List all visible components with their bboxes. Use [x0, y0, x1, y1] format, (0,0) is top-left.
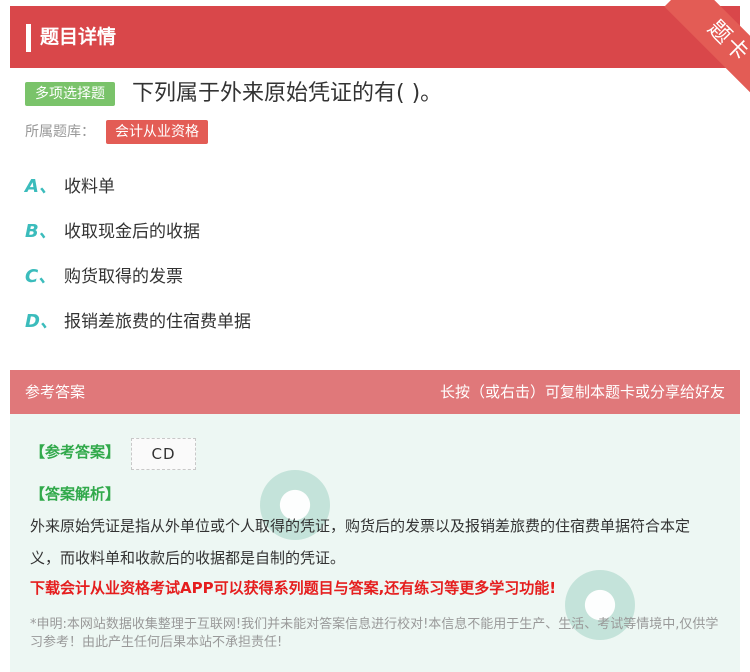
header-accent-bar — [26, 24, 31, 52]
option-text: 收料单 — [64, 177, 115, 197]
option-b[interactable]: B、 收取现金后的收据 — [25, 217, 200, 247]
disclaimer-text: *申明:本网站数据收集整理于互联网!我们并未能对答案信息进行校对!本信息不能用于… — [30, 617, 719, 650]
ribbon-label: 题卡 — [664, 0, 750, 100]
option-c[interactable]: C、 购货取得的发票 — [25, 262, 183, 292]
option-separator: 、 — [38, 266, 57, 287]
option-separator: 、 — [38, 176, 57, 197]
reference-answer-label: 【参考答案】 — [30, 443, 121, 461]
option-letter: C — [25, 266, 39, 287]
download-app-promo[interactable]: 下载会计从业资格考试APP可以获得系列题目与答案,还有练习等更多学习功能! — [30, 577, 556, 599]
option-letter: D — [25, 311, 40, 332]
option-letter: B — [25, 221, 39, 242]
answer-header: 参考答案 长按（或右击）可复制本题卡或分享给好友 — [10, 370, 740, 414]
option-letter: A — [25, 176, 39, 197]
option-d[interactable]: D、 报销差旅费的住宿费单据 — [25, 307, 251, 337]
page-header: 题目详情 — [10, 6, 740, 68]
analysis-label: 【答案解析】 — [30, 485, 121, 503]
option-text: 报销差旅费的住宿费单据 — [64, 312, 251, 332]
question-type-tag: 多项选择题 — [25, 82, 115, 106]
answer-panel: 参考答案 长按（或右击）可复制本题卡或分享给好友 【参考答案】 CD 【答案解析… — [10, 370, 740, 672]
answer-header-title: 参考答案 — [25, 383, 86, 401]
option-text: 购货取得的发票 — [64, 267, 183, 287]
option-separator: 、 — [39, 311, 58, 332]
option-separator: 、 — [38, 221, 57, 242]
corner-ribbon: 题卡 — [640, 0, 750, 100]
header-title: 题目详情 — [40, 26, 117, 48]
share-hint: 长按（或右击）可复制本题卡或分享给好友 — [439, 383, 725, 401]
option-a[interactable]: A、 收料单 — [25, 172, 115, 202]
bank-tag[interactable]: 会计从业资格 — [106, 120, 208, 144]
question-text: 下列属于外来原始凭证的有( )。 — [132, 81, 443, 106]
reference-answer-value: CD — [131, 438, 196, 470]
option-text: 收取现金后的收据 — [64, 222, 200, 242]
bank-label: 所属题库： — [25, 124, 95, 140]
analysis-text: 外来原始凭证是指从外单位或个人取得的凭证，购货后的发票以及报销差旅费的住宿费单据… — [30, 517, 691, 567]
